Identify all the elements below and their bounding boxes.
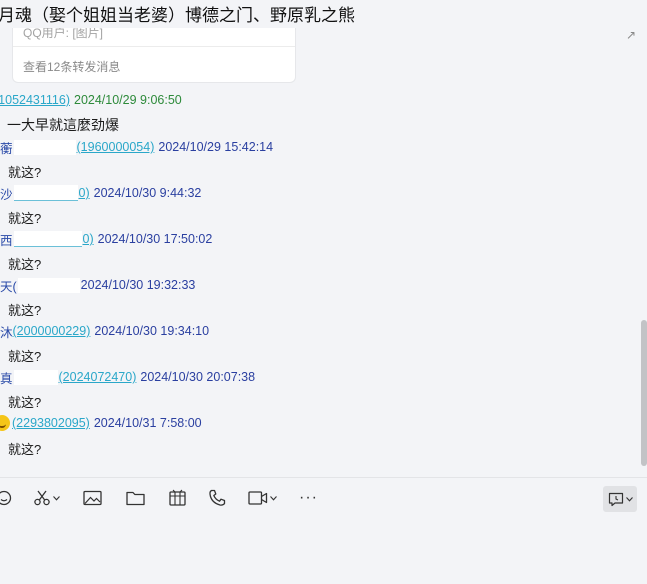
message-time: 2024/10/30 19:32:33	[80, 278, 196, 292]
redacted-name	[13, 139, 76, 155]
message-text: 就这?	[8, 442, 42, 457]
sender-name-prefix: 西	[0, 233, 13, 248]
message-time: 2024/10/30 19:34:10	[94, 324, 210, 338]
forwarded-messages-card[interactable]: QQ用户: [图片] 查看12条转发消息	[12, 28, 296, 83]
message-header: 沐 (2000000229) 2024/10/30 19:34:10	[0, 322, 209, 340]
sender-qq-id[interactable]: (2000000229)	[13, 324, 91, 338]
sender-name[interactable]: (1052431116)	[0, 93, 70, 107]
screenshot-button[interactable]	[33, 488, 60, 508]
sender-name[interactable]: 沐 (2000000229)	[0, 322, 90, 341]
chat-window: 月魂（娶个姐姐当老婆）博德之门、野原乳之熊 QQ用户: [图片] 查看12条转发…	[0, 0, 647, 584]
history-icon	[608, 492, 623, 506]
sender-name[interactable]: 蘅 (1960000054)	[0, 138, 154, 157]
message-header: 真 (2024072470) 2024/10/30 20:07:38	[0, 368, 255, 386]
sender-name[interactable]: 西 0)	[0, 230, 94, 249]
sender-qq-id[interactable]: (2024072470)	[59, 370, 137, 384]
sender-qq-id[interactable]: (1960000054)	[77, 140, 155, 154]
message-list[interactable]: QQ用户: [图片] 查看12条转发消息 ↗ (1052431116) 2024…	[0, 28, 640, 476]
folder-icon	[126, 491, 145, 506]
sender-name[interactable]: 天(	[0, 276, 81, 295]
scissors-icon	[34, 490, 50, 506]
emoji-button[interactable]	[0, 488, 12, 508]
message-header: 西 0) 2024/10/30 17:50:02	[0, 230, 212, 248]
message-time: 2024/10/30 17:50:02	[97, 232, 213, 246]
message-text: 就这?	[8, 303, 42, 318]
sender-name-prefix: 沙	[0, 187, 13, 202]
sender-qq-id[interactable]: 0)	[79, 186, 90, 200]
message-text: 就这?	[8, 349, 42, 364]
sender-name-prefix: 天(	[0, 279, 17, 294]
forward-preview-text: QQ用户: [图片]	[23, 28, 104, 40]
message-text: 就这?	[8, 165, 42, 180]
chat-history-button[interactable]	[603, 486, 637, 512]
scrollbar-thumb[interactable]	[641, 320, 647, 466]
message-header: (2293802095) 2024/10/31 7:58:00	[0, 414, 202, 432]
forward-card-divider	[13, 46, 295, 47]
title-bar: 月魂（娶个姐姐当老婆）博德之门、野原乳之熊	[0, 0, 647, 28]
redacted-name	[13, 231, 82, 247]
message-text: 一大早就這麼劲爆	[7, 117, 119, 133]
red-packet-icon	[169, 489, 186, 506]
chevron-down-icon[interactable]	[53, 495, 60, 501]
redacted-name	[13, 369, 58, 385]
red-packet-button[interactable]	[168, 488, 187, 508]
sender-name[interactable]: 沙 0)	[0, 184, 90, 203]
more-icon[interactable]: ···	[299, 488, 318, 508]
input-toolbar: ···	[0, 478, 647, 518]
sender-qq-id[interactable]: (1052431116)	[0, 93, 70, 107]
chevron-down-icon[interactable]	[270, 495, 277, 501]
video-call-button[interactable]	[248, 488, 277, 508]
message-header: 天( 2024/10/30 19:32:33	[0, 276, 195, 294]
message-time: 2024/10/30 9:44:32	[93, 186, 202, 200]
sender-name-prefix: 真	[0, 371, 13, 386]
message-text: 就这?	[8, 211, 42, 226]
video-icon	[248, 491, 268, 505]
message-header: 蘅 (1960000054) 2024/10/29 15:42:14	[0, 138, 273, 156]
sender-qq-id[interactable]: (2293802095)	[12, 416, 90, 430]
message-input[interactable]	[0, 518, 647, 584]
sender-qq-id[interactable]: 0)	[83, 232, 94, 246]
image-button[interactable]	[83, 488, 102, 508]
emoji-icon	[0, 490, 12, 506]
message-time: 2024/10/29 9:06:50	[74, 93, 182, 107]
message-time: 2024/10/29 15:42:14	[158, 140, 274, 154]
redacted-name	[17, 277, 80, 293]
sender-name[interactable]: 真 (2024072470)	[0, 368, 136, 387]
file-button[interactable]	[126, 488, 145, 508]
redacted-name	[13, 185, 78, 201]
message-text: 就这?	[8, 257, 42, 272]
message-time: 2024/10/31 7:58:00	[93, 416, 202, 430]
sender-name-prefix: 蘅	[0, 141, 13, 156]
view-forwarded-link[interactable]: 查看12条转发消息	[23, 58, 120, 75]
corner-arrow-icon: ↗	[625, 28, 636, 42]
chat-title: 月魂（娶个姐姐当老婆）博德之门、野原乳之熊	[0, 6, 355, 25]
chevron-down-icon[interactable]	[625, 496, 633, 502]
sender-name[interactable]: (2293802095)	[0, 415, 90, 431]
message-header: 沙 0) 2024/10/30 9:44:32	[0, 184, 201, 202]
phone-icon	[209, 489, 226, 506]
message-text: 就这?	[8, 395, 42, 410]
message-time: 2024/10/30 20:07:38	[140, 370, 256, 384]
message-header: (1052431116) 2024/10/29 9:06:50	[0, 91, 182, 109]
sender-name-prefix: 沐	[0, 325, 13, 340]
voice-call-button[interactable]	[208, 488, 226, 508]
image-icon	[83, 490, 102, 506]
emoji-avatar-icon	[0, 415, 10, 431]
